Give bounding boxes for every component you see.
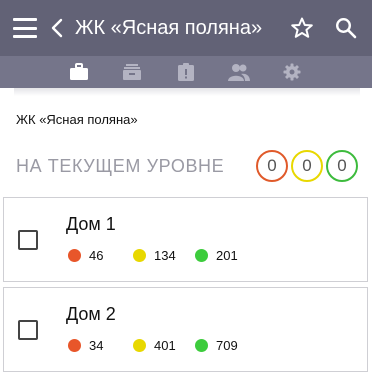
red-dot-icon <box>68 339 81 352</box>
green-dot-icon <box>195 339 208 352</box>
tab-gear-icon[interactable] <box>280 60 304 84</box>
complex-name: ЖК «Ясная поляна» <box>16 112 138 127</box>
red-count: 46 <box>89 248 104 263</box>
yellow-count: 134 <box>154 248 176 263</box>
star-outline-icon[interactable] <box>290 16 314 40</box>
chevron-left-icon[interactable] <box>51 16 69 40</box>
level-counters: 0 0 0 <box>256 150 358 182</box>
current-level-row: НА ТЕКУЩЕМ УРОВНЕ 0 0 0 <box>16 148 362 184</box>
house-card[interactable]: Дом 1 46 134 201 <box>3 197 368 282</box>
tab-inbox-tray-icon[interactable] <box>120 60 144 84</box>
green-counter-badge: 0 <box>326 150 358 182</box>
red-stat: 34 <box>68 338 133 353</box>
app-bar: ЖК «Ясная поляна» <box>0 0 372 56</box>
red-stat: 46 <box>68 248 133 263</box>
yellow-stat: 134 <box>133 248 195 263</box>
house-checkbox[interactable] <box>18 230 38 250</box>
green-stat: 201 <box>195 248 238 263</box>
current-level-label: НА ТЕКУЩЕМ УРОВНЕ <box>16 155 225 176</box>
yellow-counter-badge: 0 <box>291 150 323 182</box>
red-counter-badge: 0 <box>256 150 288 182</box>
tab-briefcase-icon[interactable] <box>67 60 91 84</box>
yellow-count: 401 <box>154 338 176 353</box>
green-count: 201 <box>216 248 238 263</box>
tab-alert-clipboard-icon[interactable] <box>174 60 198 84</box>
yellow-dot-icon <box>133 339 146 352</box>
house-card[interactable]: Дом 2 34 401 709 <box>3 287 368 372</box>
red-dot-icon <box>68 249 81 262</box>
app-title: ЖК «Ясная поляна» <box>75 16 263 39</box>
house-checkbox[interactable] <box>18 320 38 340</box>
yellow-dot-icon <box>133 249 146 262</box>
red-count: 34 <box>89 338 104 353</box>
tab-bar-shadow <box>14 88 360 96</box>
search-icon[interactable] <box>334 16 358 40</box>
tab-people-icon[interactable] <box>227 60 251 84</box>
house-title: Дом 1 <box>66 214 116 234</box>
green-dot-icon <box>195 249 208 262</box>
yellow-stat: 401 <box>133 338 195 353</box>
house-stats: 46 134 201 <box>68 248 238 263</box>
house-title: Дом 2 <box>66 304 116 324</box>
green-stat: 709 <box>195 338 238 353</box>
tab-bar <box>0 56 372 88</box>
house-stats: 34 401 709 <box>68 338 238 353</box>
green-count: 709 <box>216 338 238 353</box>
hamburger-menu-icon[interactable] <box>13 18 37 38</box>
